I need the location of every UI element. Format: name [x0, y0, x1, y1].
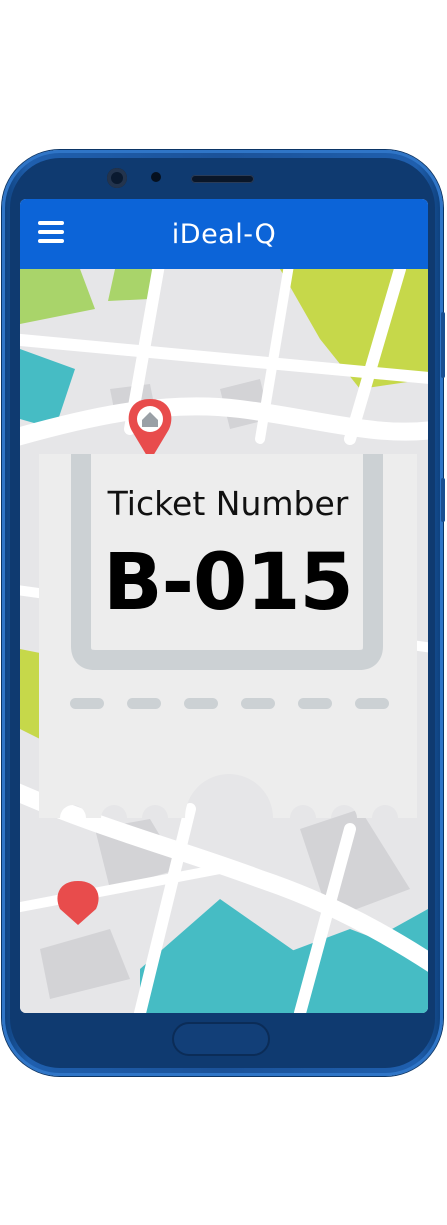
menu-icon[interactable] [38, 221, 64, 243]
power-button [441, 478, 445, 522]
ticket-card: Ticket Number B-015 [39, 454, 417, 824]
volume-button [441, 312, 445, 378]
app-title: iDeal-Q [171, 218, 277, 250]
earpiece-speaker [191, 175, 254, 183]
ticket-number: B-015 [103, 538, 354, 628]
app-bar: iDeal-Q [20, 199, 428, 269]
proximity-sensor [151, 172, 161, 182]
ticket-label: Ticket Number [107, 484, 349, 523]
front-camera [107, 168, 127, 188]
home-button[interactable] [172, 1022, 270, 1056]
